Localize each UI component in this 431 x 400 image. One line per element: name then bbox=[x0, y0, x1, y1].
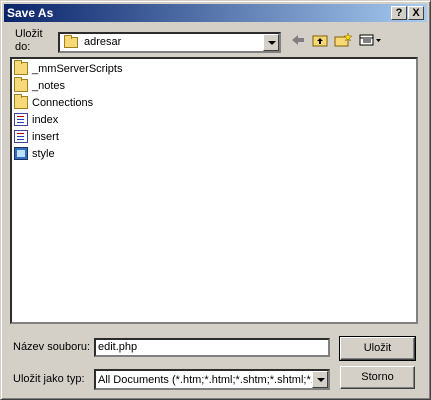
close-button[interactable]: X bbox=[408, 6, 424, 20]
filename-input[interactable]: edit.php bbox=[94, 338, 330, 357]
css-file-icon bbox=[14, 147, 28, 160]
window-title: Save As bbox=[7, 6, 54, 20]
chevron-down-icon[interactable] bbox=[263, 34, 279, 51]
filetype-label: Uložit jako typ: bbox=[13, 373, 85, 385]
filetype-dropdown[interactable]: All Documents (*.htm;*.html;*.shtm;*.sht… bbox=[94, 369, 330, 390]
new-folder-icon[interactable] bbox=[334, 32, 352, 48]
filetype-value: All Documents (*.htm;*.html;*.shtm;*.sht… bbox=[98, 374, 312, 386]
chevron-down-icon[interactable] bbox=[312, 371, 328, 388]
help-button[interactable]: ? bbox=[391, 6, 407, 20]
file-name: Connections bbox=[32, 97, 94, 109]
file-list[interactable]: _mmServerScripts _notes Connections inde… bbox=[10, 57, 418, 324]
file-name: _mmServerScripts bbox=[32, 63, 123, 75]
cancel-button[interactable]: Storno bbox=[340, 366, 415, 389]
filename-label: Název souboru: bbox=[13, 341, 91, 353]
lookin-label-line1: Uložit bbox=[15, 28, 43, 40]
folder-icon bbox=[64, 35, 78, 48]
view-menu-icon[interactable] bbox=[358, 32, 382, 48]
lookin-value: adresar bbox=[84, 36, 122, 48]
back-arrow-icon[interactable] bbox=[289, 32, 307, 48]
folder-icon bbox=[14, 94, 28, 109]
file-name: style bbox=[32, 148, 55, 160]
php-file-icon bbox=[14, 130, 28, 143]
save-button[interactable]: Uložit bbox=[339, 336, 416, 361]
file-name: _notes bbox=[32, 80, 66, 92]
file-name: index bbox=[32, 114, 59, 126]
file-name: insert bbox=[32, 131, 59, 143]
php-file-icon bbox=[14, 113, 28, 126]
lookin-dropdown[interactable]: adresar bbox=[58, 32, 281, 53]
lookin-label-line2: do: bbox=[15, 41, 31, 53]
save-as-dialog: Save As ? X Uložit do: adresar _mmServer… bbox=[0, 0, 431, 400]
folder-icon bbox=[14, 77, 28, 92]
folder-icon bbox=[14, 60, 28, 75]
up-folder-icon[interactable] bbox=[311, 32, 329, 48]
title-bar: Save As ? X bbox=[4, 4, 427, 22]
